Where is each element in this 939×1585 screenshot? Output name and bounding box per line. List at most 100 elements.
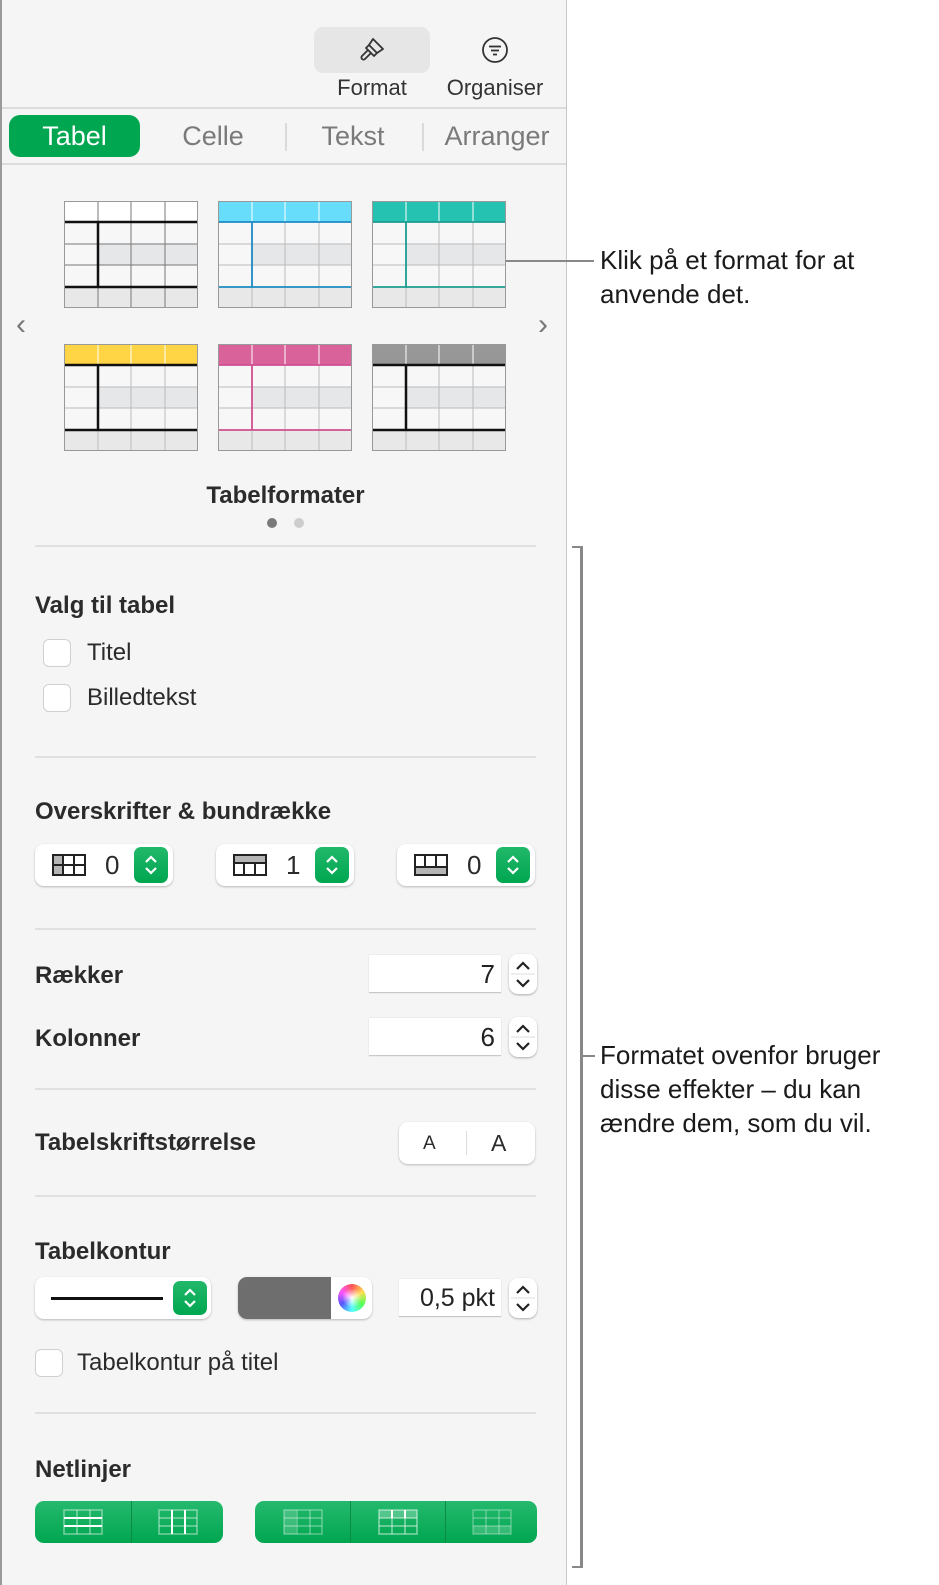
up-down-chevron-icon: [511, 1285, 535, 1312]
inspector-toolbar: Format Organiser: [2, 0, 566, 109]
color-wheel-icon[interactable]: [338, 1284, 366, 1312]
tab-cell[interactable]: Celle: [150, 115, 276, 157]
table-style-preview: [218, 344, 352, 451]
header-columns-control[interactable]: 0: [35, 844, 173, 886]
horizontal-gridlines-icon: [63, 1509, 103, 1535]
page-dot-2[interactable]: [294, 518, 304, 528]
previous-styles-arrow[interactable]: ‹: [16, 308, 26, 342]
up-down-chevron-icon: [326, 855, 338, 875]
up-down-chevron-icon: [184, 1288, 196, 1308]
organise-label: Organiser: [446, 75, 544, 100]
title-checkbox[interactable]: [43, 639, 71, 667]
format-label: Format: [337, 75, 407, 100]
font-size-separator: [466, 1131, 467, 1155]
table-style-gray[interactable]: [372, 344, 506, 451]
inspector-tabs: Tabel Celle Tekst Arranger: [2, 109, 566, 165]
table-styles-title: Tabelformater: [206, 482, 365, 509]
outline-width-input[interactable]: 0,5 pkt: [399, 1279, 501, 1317]
decrease-font-button[interactable]: A: [423, 1133, 436, 1155]
outline-color-well[interactable]: [238, 1277, 331, 1319]
font-size-label: Tabelskriftstørrelse: [35, 1129, 256, 1156]
table-style-preview: [372, 344, 506, 451]
outline-color-control[interactable]: [238, 1277, 372, 1319]
callout-bracket: [572, 546, 583, 1568]
header-columns-stepper[interactable]: [134, 847, 168, 883]
outline-width-stepper[interactable]: [509, 1278, 537, 1318]
callout-bottom-text: Formatet ovenfor bruger disse effekter –…: [600, 1040, 881, 1138]
title-outline-label: Tabelkontur på titel: [77, 1349, 279, 1376]
title-outline-option[interactable]: Tabelkontur på titel: [35, 1349, 278, 1377]
header-column-gridlines-button[interactable]: [255, 1501, 350, 1543]
table-style-cyan[interactable]: [218, 201, 352, 308]
title-outline-checkbox[interactable]: [35, 1349, 63, 1377]
format-button[interactable]: Format: [314, 27, 430, 107]
table-options-title: Valg til tabel: [35, 592, 176, 619]
header-footer-gridlines-group: [255, 1501, 537, 1543]
caption-checkbox-label: Billedtekst: [87, 684, 197, 711]
horizontal-gridlines-button[interactable]: [35, 1501, 131, 1543]
line-style-stepper[interactable]: [173, 1281, 207, 1315]
tab-separator: [285, 123, 287, 151]
footer-rows-control[interactable]: 0: [397, 844, 535, 886]
header-column-gridlines-icon: [282, 1509, 323, 1535]
table-style-preview: [372, 201, 506, 308]
divider: [35, 928, 536, 930]
footer-rows-stepper[interactable]: [496, 847, 530, 883]
columns-stepper[interactable]: [509, 1017, 537, 1057]
headers-footer-title: Overskrifter & bundrække: [35, 798, 332, 825]
columns-label: Kolonner: [35, 1025, 141, 1052]
table-style-pink[interactable]: [218, 344, 352, 451]
divider: [35, 545, 536, 547]
rows-input[interactable]: 7: [369, 955, 501, 993]
outline-title: Tabelkontur: [35, 1238, 171, 1265]
tab-separator: [422, 123, 424, 151]
title-option[interactable]: Titel: [43, 639, 131, 667]
header-row-gridlines-button[interactable]: [351, 1501, 445, 1543]
gridlines-title: Netlinjer: [35, 1456, 132, 1483]
header-rows-stepper[interactable]: [315, 847, 349, 883]
divider: [35, 1088, 536, 1090]
next-styles-arrow[interactable]: ›: [538, 308, 548, 342]
table-style-preview: [218, 201, 352, 308]
up-down-chevron-icon: [511, 1024, 535, 1051]
filter-icon: [437, 27, 553, 73]
header-columns-value: 0: [105, 850, 120, 880]
paintbrush-icon: [314, 27, 430, 73]
caption-checkbox[interactable]: [43, 684, 71, 712]
line-style-popup[interactable]: [35, 1277, 211, 1319]
header-row-gridlines-icon: [378, 1509, 418, 1535]
caption-option[interactable]: Billedtekst: [43, 684, 196, 712]
header-rows-value: 1: [286, 850, 301, 880]
footer-rows-icon: [414, 854, 448, 876]
format-sidebar: Format Organiser Tabel Celle Tekst Arran…: [0, 0, 567, 1585]
table-style-preview: [64, 201, 198, 308]
rows-label: Rækker: [35, 962, 124, 989]
tab-arrange[interactable]: Arranger: [432, 115, 562, 157]
vertical-gridlines-icon: [157, 1509, 198, 1535]
font-size-control: A A: [399, 1122, 535, 1164]
title-checkbox-label: Titel: [87, 639, 132, 666]
organise-button[interactable]: Organiser: [437, 27, 553, 107]
up-down-chevron-icon: [507, 855, 519, 875]
table-style-yellow[interactable]: [64, 344, 198, 451]
table-style-preview: [64, 344, 198, 451]
vertical-gridlines-button[interactable]: [132, 1501, 223, 1543]
header-columns-icon: [52, 854, 86, 876]
footer-row-gridlines-button[interactable]: [446, 1501, 537, 1543]
callout-line-bottom: [583, 1055, 595, 1057]
tab-text[interactable]: Tekst: [292, 115, 414, 157]
columns-input[interactable]: 6: [369, 1018, 501, 1056]
callout-line-top: [506, 260, 594, 262]
header-rows-control[interactable]: 1: [216, 844, 354, 886]
page-dot-1[interactable]: [267, 518, 277, 528]
footer-row-gridlines-icon: [471, 1509, 512, 1535]
increase-font-button[interactable]: A: [491, 1130, 506, 1157]
body-gridlines-group: [35, 1501, 223, 1543]
tab-table[interactable]: Tabel: [9, 115, 140, 157]
up-down-chevron-icon: [145, 855, 157, 875]
table-style-teal[interactable]: [372, 201, 506, 308]
callout-top-text: Klik på et format for at anvende det.: [600, 245, 855, 309]
line-style-preview: [51, 1297, 163, 1300]
table-style-plain-black[interactable]: [64, 201, 198, 308]
rows-stepper[interactable]: [509, 954, 537, 994]
